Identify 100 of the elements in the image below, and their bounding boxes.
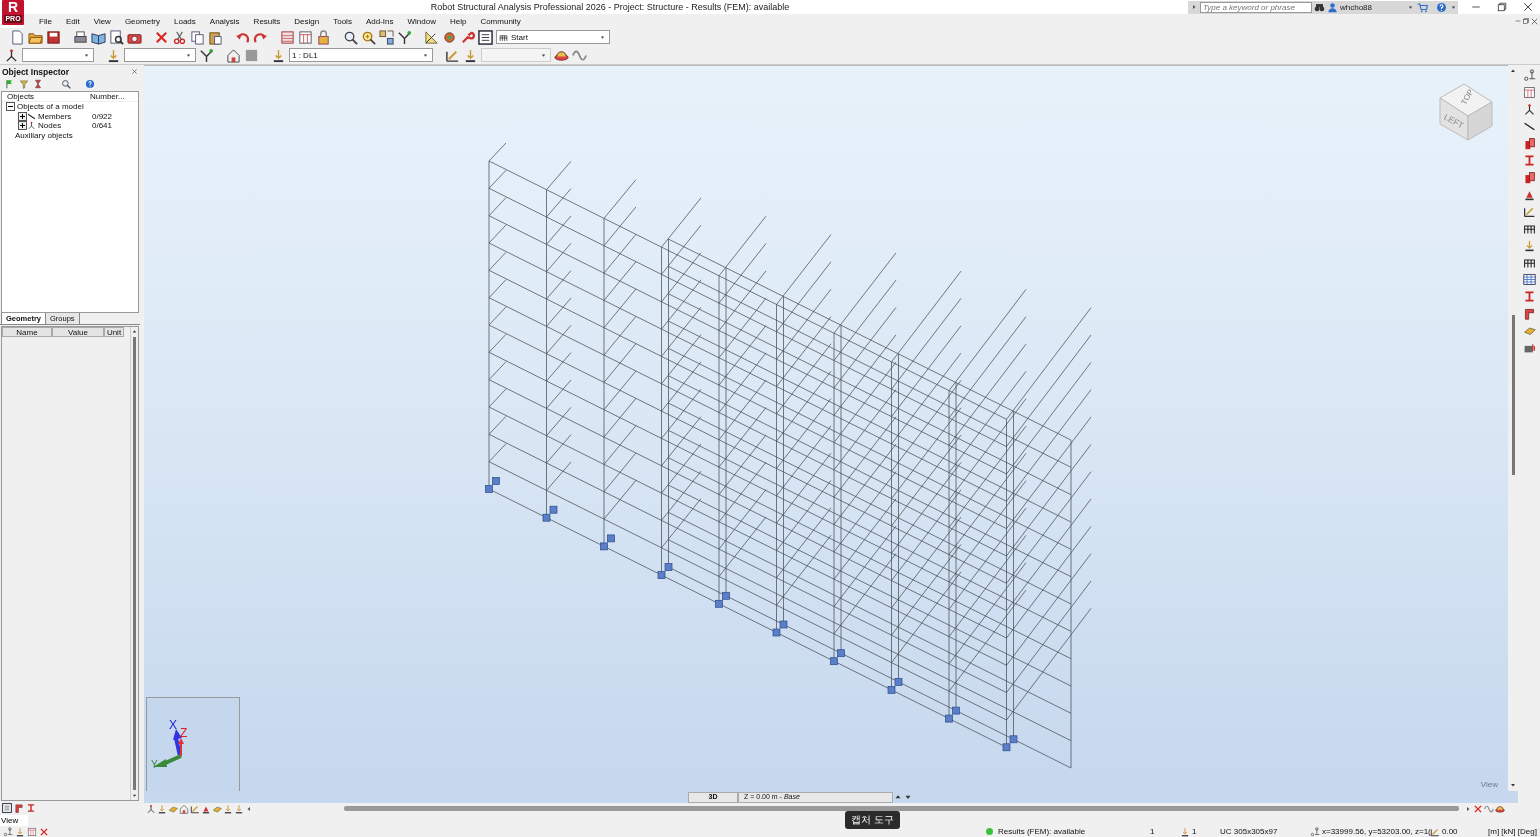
display-option-icon[interactable] bbox=[146, 803, 156, 814]
paste-icon[interactable] bbox=[208, 29, 223, 45]
load-case-dropdown[interactable]: 1 : DL1 bbox=[289, 48, 433, 62]
load-icon[interactable] bbox=[463, 47, 478, 63]
stack-icon[interactable] bbox=[1522, 341, 1536, 354]
triangle-ruler-icon[interactable] bbox=[424, 29, 439, 45]
tree-item[interactable]: Objects of a model bbox=[17, 102, 84, 112]
view-cube-label: LEFT bbox=[1442, 111, 1466, 131]
menu-item[interactable]: Add-Ins bbox=[358, 16, 401, 26]
menu-item[interactable]: Analysis bbox=[202, 16, 247, 26]
restore-icon[interactable] bbox=[1496, 1, 1508, 13]
grid-icon[interactable] bbox=[27, 826, 37, 837]
display-option-icon[interactable] bbox=[223, 803, 233, 814]
section-icon[interactable] bbox=[1522, 137, 1536, 150]
user-name[interactable]: whcho88 bbox=[1339, 2, 1372, 12]
up-arrow-icon[interactable] bbox=[1509, 67, 1517, 75]
menu-item[interactable]: Help bbox=[442, 16, 474, 26]
display-option-icon[interactable] bbox=[157, 803, 167, 814]
object-count: 0/641 bbox=[92, 121, 113, 131]
wrench-icon[interactable] bbox=[460, 29, 475, 45]
panel-title: Object Inspector bbox=[2, 66, 70, 77]
right-arrow-icon[interactable] bbox=[1464, 804, 1472, 813]
axes-icon bbox=[1310, 826, 1320, 837]
binoculars-icon[interactable] bbox=[1313, 1, 1325, 13]
printer-icon[interactable] bbox=[73, 29, 88, 45]
scissors-icon[interactable] bbox=[172, 29, 187, 45]
plate-icon[interactable] bbox=[1522, 324, 1536, 337]
display-option-icon[interactable] bbox=[190, 803, 200, 814]
left-arrow-icon[interactable] bbox=[245, 804, 253, 813]
tree-item[interactable]: Members bbox=[38, 111, 72, 121]
tree-view-icon[interactable] bbox=[2, 803, 12, 813]
down-arrow-icon[interactable] bbox=[131, 792, 138, 799]
menu-item[interactable]: View bbox=[86, 16, 118, 26]
menu-item[interactable]: Loads bbox=[167, 16, 203, 26]
flag-icon[interactable] bbox=[5, 79, 15, 89]
menu-item[interactable]: Tools bbox=[326, 16, 359, 26]
search-icon[interactable] bbox=[61, 79, 71, 89]
steel-section-icon[interactable] bbox=[1522, 290, 1536, 303]
layout-icon bbox=[499, 32, 508, 42]
filter-icon[interactable] bbox=[19, 79, 29, 89]
menu-item[interactable]: Window bbox=[400, 16, 443, 26]
column-header[interactable]: Value bbox=[52, 327, 104, 337]
frame-icon[interactable] bbox=[1522, 256, 1536, 269]
axis-label: Z bbox=[180, 726, 188, 740]
support-icon[interactable] bbox=[1522, 188, 1536, 201]
house-icon[interactable] bbox=[226, 47, 241, 63]
down-arrow-icon[interactable] bbox=[1509, 781, 1517, 789]
copy-icon[interactable] bbox=[190, 29, 205, 45]
zoom-icon[interactable] bbox=[343, 29, 358, 45]
menu-item[interactable]: Design bbox=[287, 16, 327, 26]
user-icon[interactable] bbox=[1326, 1, 1338, 13]
column-header[interactable]: Number... bbox=[90, 92, 125, 101]
list-panel-icon[interactable] bbox=[478, 29, 493, 45]
branch-icon[interactable] bbox=[397, 29, 412, 45]
column-icon[interactable] bbox=[1522, 171, 1536, 184]
zoom-window-icon[interactable] bbox=[361, 29, 376, 45]
dimension-icon[interactable] bbox=[1522, 205, 1536, 218]
grid-icon[interactable] bbox=[1522, 86, 1536, 99]
grid-tool-icon[interactable] bbox=[379, 29, 394, 45]
table-icon[interactable] bbox=[298, 29, 313, 45]
load-icon[interactable] bbox=[1522, 239, 1536, 252]
close-icon[interactable] bbox=[1530, 16, 1539, 26]
menu-item[interactable]: File bbox=[32, 16, 59, 26]
axes-icon[interactable] bbox=[1522, 69, 1536, 82]
menu-item[interactable]: Community bbox=[473, 16, 528, 26]
command-field[interactable]: View bbox=[0, 814, 28, 826]
gear-icon[interactable] bbox=[442, 29, 457, 45]
layout-dropdown[interactable]: Start bbox=[496, 30, 610, 44]
column-header[interactable]: Objects bbox=[2, 92, 90, 101]
menu-item[interactable]: Geometry bbox=[117, 16, 167, 26]
close-icon[interactable] bbox=[1522, 1, 1534, 13]
load-icon[interactable] bbox=[106, 47, 121, 63]
results-status: Results (FEM): available bbox=[998, 827, 1087, 836]
column-header[interactable]: Unit bbox=[104, 327, 124, 337]
status-field: 1 bbox=[1150, 827, 1178, 836]
load-icon[interactable] bbox=[271, 47, 286, 63]
search-field[interactable]: Type a keyword or phrase bbox=[1199, 1, 1312, 13]
hourglass-icon[interactable] bbox=[33, 79, 43, 89]
frame-icon[interactable] bbox=[1522, 222, 1536, 235]
expand-toggle[interactable] bbox=[18, 111, 27, 121]
i-beam-icon[interactable] bbox=[1522, 154, 1536, 167]
delete-icon[interactable] bbox=[154, 29, 169, 45]
preview-icon[interactable] bbox=[109, 29, 124, 45]
column-header[interactable]: Name bbox=[2, 327, 52, 337]
bracket-icon[interactable] bbox=[1522, 307, 1536, 320]
save-icon[interactable] bbox=[46, 29, 61, 45]
restore-icon[interactable] bbox=[1522, 16, 1530, 25]
tree-item[interactable]: Nodes bbox=[38, 121, 62, 131]
tree-item[interactable]: Auxiliary objects bbox=[15, 130, 73, 140]
node-dropdown[interactable] bbox=[22, 48, 94, 62]
expand-toggle[interactable] bbox=[18, 121, 27, 131]
menu-item[interactable]: Edit bbox=[58, 16, 87, 26]
table-icon[interactable] bbox=[1522, 273, 1536, 286]
display-option-icon[interactable] bbox=[234, 803, 244, 814]
close-icon[interactable] bbox=[39, 826, 49, 837]
display-option-icon[interactable] bbox=[179, 803, 189, 814]
collapse-toggle[interactable] bbox=[6, 102, 15, 112]
lock-icon[interactable] bbox=[316, 29, 331, 45]
cart-icon[interactable] bbox=[1417, 1, 1428, 13]
menu-item[interactable]: Results bbox=[246, 16, 288, 26]
